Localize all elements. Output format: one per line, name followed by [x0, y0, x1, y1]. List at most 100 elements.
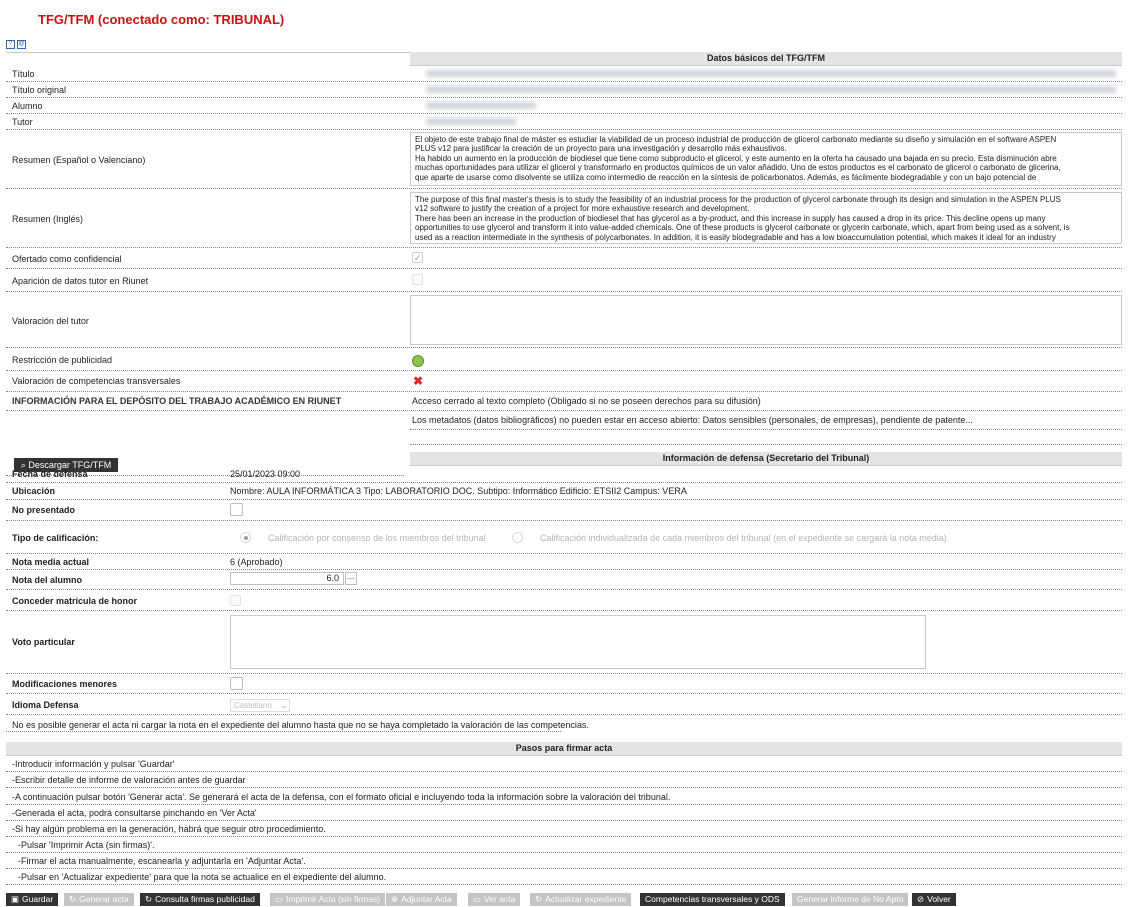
block-icon: ⊘: [917, 894, 925, 904]
save-icon: ▣: [11, 894, 20, 904]
blurred-tutor: [426, 118, 516, 125]
top-icons: ? @: [6, 40, 26, 49]
label-nota-media: Nota media actual: [12, 557, 90, 567]
label-fecha: Fecha de defensa: [12, 469, 88, 479]
blurred-titulo: [426, 70, 1116, 77]
label-alumno: Alumno: [12, 101, 43, 111]
idioma-select[interactable]: Castellano ⌄: [230, 699, 290, 712]
row-empty: [410, 430, 1122, 445]
step-row: -Si hay algún problema en la generación,…: [6, 821, 1122, 837]
nota-alumno-input[interactable]: 6.0: [230, 572, 344, 585]
step-row: -Pulsar 'Imprimir Acta (sin firmas)'.: [6, 837, 1122, 853]
blurred-titulo-original: [426, 86, 1116, 93]
resumen-es-line: PLUS v12 para justificar la creación de …: [415, 144, 787, 154]
resumen-en-line: The purpose of this final master's thesi…: [415, 195, 1061, 204]
radio-consenso-label: Calificación por consenso de los miembro…: [268, 533, 486, 543]
riunet-tutor-checkbox[interactable]: [412, 274, 423, 285]
matricula-checkbox[interactable]: [230, 595, 241, 606]
label-confidencial: Ofertado como confidencial: [12, 254, 122, 264]
row-info-deposito: INFORMACIÓN PARA EL DEPÓSITO DEL TRABAJO…: [6, 392, 1122, 411]
row-restriccion: Restricción de publicidad: [6, 348, 1122, 371]
resumen-es-line: que aparte de usarse como disolvente se …: [415, 172, 1037, 182]
resumen-en-line: There has been an increase in the produc…: [415, 213, 1046, 223]
row-ubicacion: Ubicación Nombre: AULA INFORMÁTICA 3 Tip…: [6, 483, 1122, 500]
label-matricula: Conceder matrícula de honor: [12, 596, 138, 606]
row-competencias: Valoración de competencias transversales: [6, 371, 1122, 392]
metadatos-value: Los metadatos (datos bibliográficos) no …: [412, 415, 973, 425]
label-no-presentado: No presentado: [12, 505, 76, 515]
actualizar-expediente-button[interactable]: ↻ Actualizar expediente: [530, 893, 632, 906]
radio-consenso[interactable]: [240, 532, 251, 543]
label-restriccion: Restricción de publicidad: [12, 355, 113, 365]
consulta-firmas-button[interactable]: ↻ Consulta firmas publicidad: [140, 893, 260, 906]
plus-circle-icon: ⊕: [391, 894, 399, 904]
row-riunet-tutor: Aparición de datos tutor en Riunet: [6, 269, 1122, 292]
at-icon[interactable]: @: [17, 40, 26, 49]
label-idioma: Idioma Defensa: [12, 700, 79, 710]
radio-individualizada[interactable]: [512, 532, 523, 543]
guardar-button[interactable]: ▣ Guardar: [6, 893, 59, 906]
section-header-basic: Datos básicos del TFG/TFM: [410, 52, 1122, 66]
fecha-value: 25/01/2023 09:00: [230, 469, 301, 479]
step-row: -Escribir detalle de informe de valoraci…: [6, 772, 1122, 788]
competencias-ods-button[interactable]: Competencias transversales y ODS: [640, 893, 785, 906]
label-titulo: Título: [12, 69, 35, 79]
restriccion-status-icon: [412, 355, 424, 367]
acceso-value: Acceso cerrado al texto completo (Obliga…: [412, 396, 761, 406]
label-resumen-es: Resumen (Español o Valenciano): [12, 155, 146, 165]
row-confidencial: Ofertado como confidencial ✓: [6, 248, 1122, 269]
row-modificaciones: Modificaciones menores: [6, 674, 1122, 694]
print-icon: ▭: [275, 894, 284, 904]
divider: [6, 731, 561, 732]
resumen-en-textarea[interactable]: The purpose of this final master's thesi…: [410, 192, 1122, 244]
nota-media-value: 6 (Aprobado): [230, 557, 283, 567]
row-no-presentado: No presentado: [6, 500, 1122, 521]
volver-button[interactable]: ⊘ Volver: [912, 893, 956, 906]
ver-acta-button[interactable]: ▭ Ver acta: [468, 893, 521, 906]
generar-acta-button[interactable]: ↻ Generar acta: [64, 893, 134, 906]
step-row: -A continuación pulsar botón 'Generar ac…: [6, 788, 1122, 805]
label-info-deposito: INFORMACIÓN PARA EL DEPÓSITO DEL TRABAJO…: [12, 396, 342, 406]
confidencial-checkbox[interactable]: ✓: [412, 252, 423, 263]
no-apto-button[interactable]: Generar informe de No Apto: [792, 893, 909, 906]
label-valoracion-tutor: Valoración del tutor: [12, 316, 89, 326]
resumen-en-line: opportunities to use glycerol and transf…: [415, 223, 1070, 233]
ubicacion-value: Nombre: AULA INFORMÁTICA 3 Tipo: LABORAT…: [230, 486, 687, 496]
row-idioma: Idioma Defensa: [6, 694, 1122, 715]
label-ubicacion: Ubicación: [12, 486, 56, 496]
resumen-es-line: muchas oportunidades para utilizar el gl…: [415, 163, 1061, 173]
resumen-en-line: used as a reaction intermediate in the s…: [415, 232, 1056, 242]
step-row: -Pulsar en 'Actualizar expediente' para …: [6, 869, 1122, 885]
label-tutor: Tutor: [12, 117, 33, 127]
label-riunet-tutor: Aparición de datos tutor en Riunet: [12, 276, 149, 286]
step-row: -Introducir información y pulsar 'Guarda…: [6, 756, 1122, 772]
section-header-left-spacer: [6, 52, 410, 53]
label-voto: Voto particular: [12, 637, 75, 647]
voto-particular-textarea[interactable]: [230, 615, 926, 669]
valoracion-tutor-textarea[interactable]: [410, 295, 1122, 345]
refresh-icon: ↻: [145, 894, 153, 904]
imprimir-acta-button[interactable]: ▭ Imprimir Acta (sin firmas): [270, 893, 386, 906]
section-header-steps: Pasos para firmar acta: [6, 742, 1122, 756]
help-icon[interactable]: ?: [6, 40, 15, 49]
row-fecha: Fecha de defensa 25/01/2023 09:00: [6, 466, 1122, 483]
label-resumen-en: Resumen (Inglés): [12, 214, 84, 224]
step-row: -Firmar el acta manualmente, escanearla …: [6, 853, 1122, 869]
row-matricula: Conceder matrícula de honor: [6, 590, 1122, 611]
row-alumno: Alumno: [6, 98, 1122, 114]
modificaciones-checkbox[interactable]: [230, 677, 243, 690]
label-nota-alumno: Nota del alumno: [12, 575, 83, 585]
row-tipo: Tipo de calificación: Calificación por c…: [6, 521, 1122, 554]
resumen-es-textarea[interactable]: El objeto de este trabajo final de máste…: [410, 132, 1122, 186]
row-nota-media: Nota media actual 6 (Aprobado): [6, 554, 1122, 570]
document-icon: ▭: [473, 894, 482, 904]
label-competencias: Valoración de competencias transversales: [12, 376, 181, 386]
row-titulo: Título: [6, 66, 1122, 82]
no-presentado-checkbox[interactable]: [230, 503, 243, 516]
adjuntar-acta-button[interactable]: ⊕ Adjuntar Acta: [386, 893, 457, 906]
blurred-alumno: [426, 102, 536, 109]
label-modificaciones: Modificaciones menores: [12, 679, 118, 689]
refresh-icon: ↻: [69, 894, 77, 904]
nota-stepper[interactable]: —: [345, 572, 357, 585]
refresh-icon: ↻: [535, 894, 543, 904]
